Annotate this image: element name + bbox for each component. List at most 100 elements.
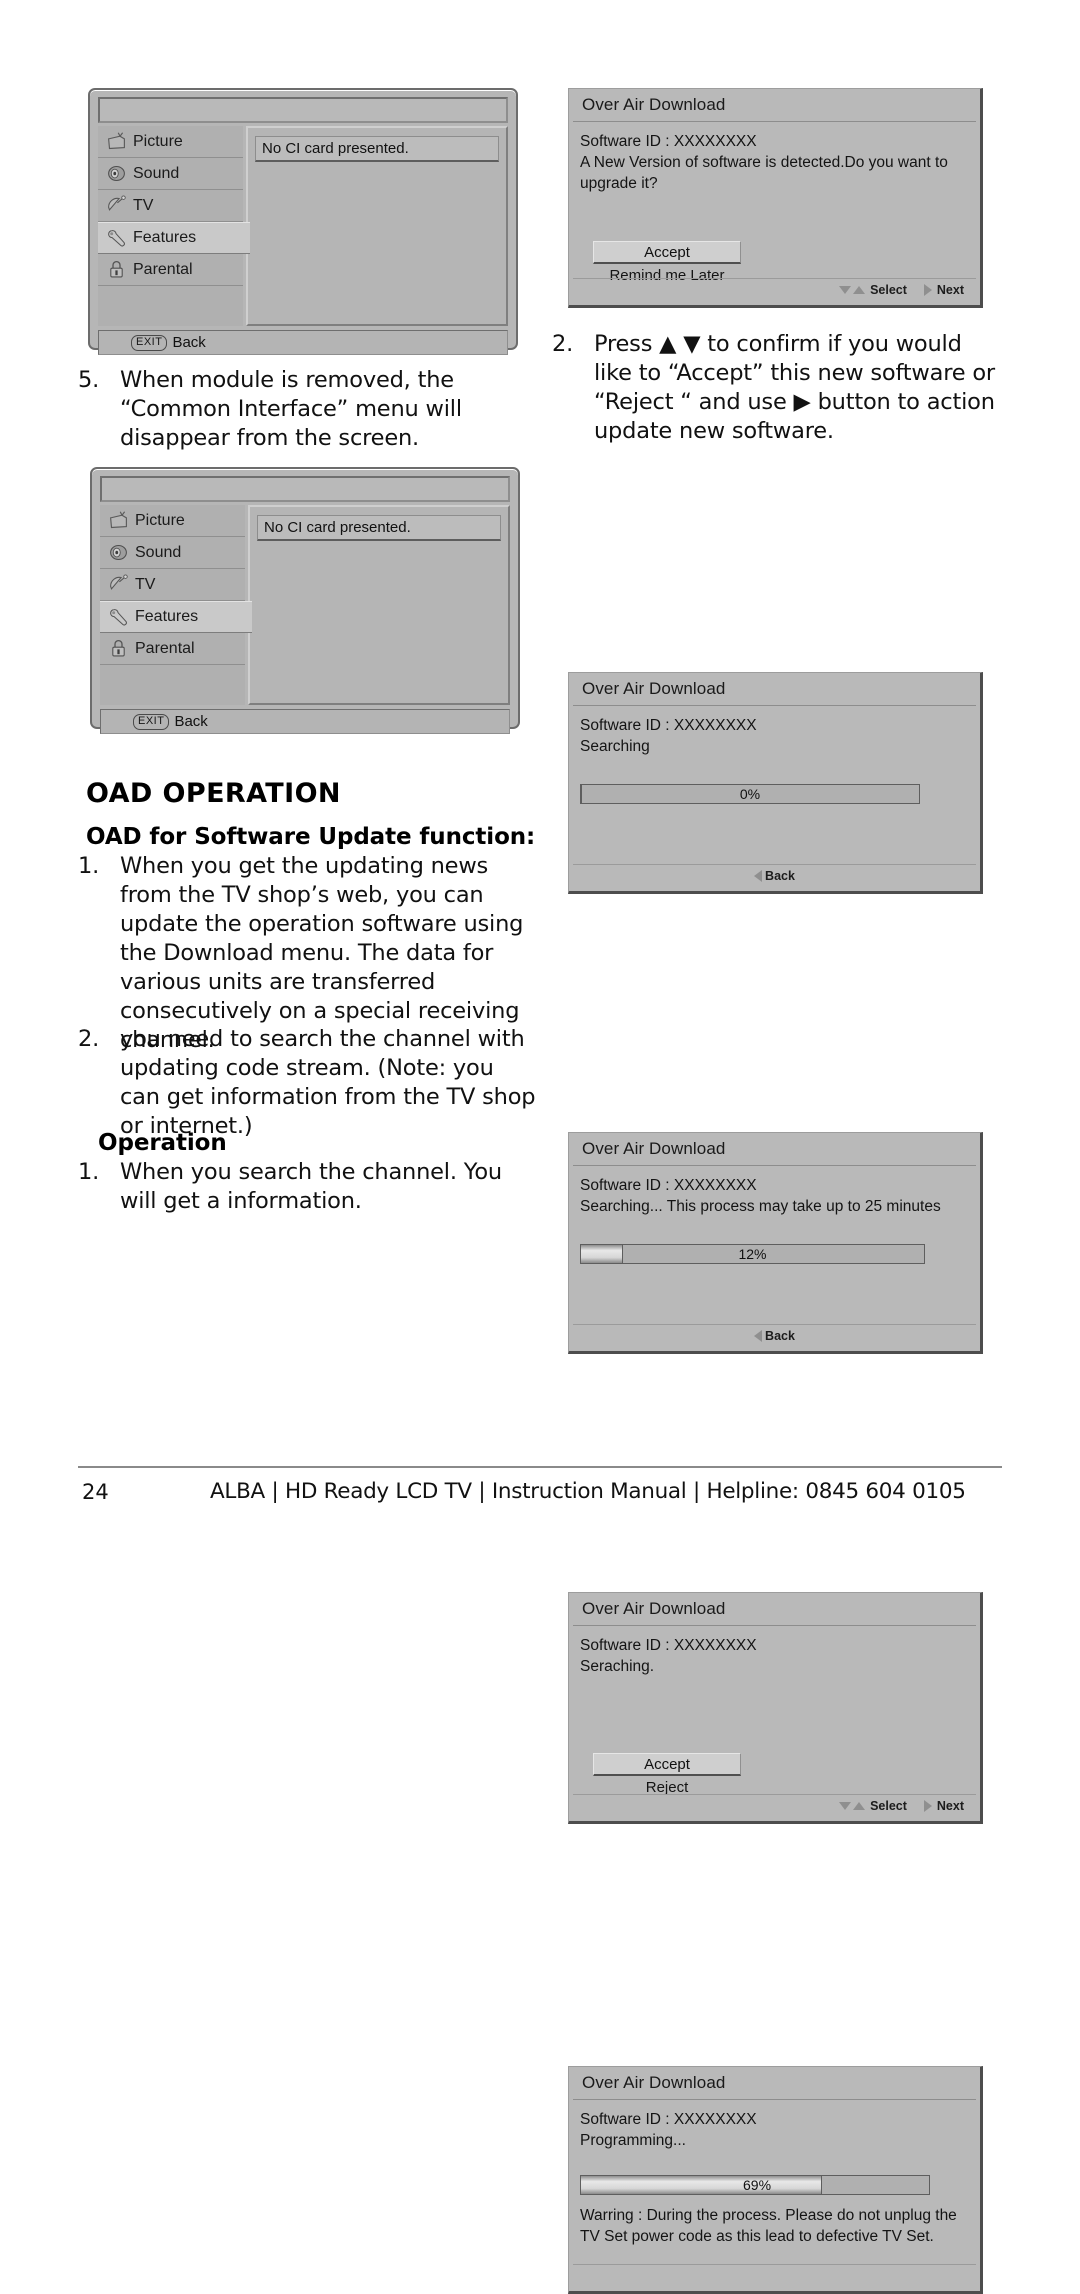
warning-text: Warring : During the process. Please do … (580, 2207, 957, 2245)
status-text: A New Version of software is detected.Do… (580, 154, 948, 192)
sidebar-item-label: TV (135, 575, 156, 593)
exit-key-badge: EXIT (133, 713, 170, 730)
sidebar-item-parental[interactable]: Parental (100, 633, 245, 665)
dialog-footer: Back (573, 1324, 976, 1347)
progress-bar: 0% (580, 784, 920, 804)
ci-card-message: No CI card presented. (257, 515, 501, 541)
sidebar-item-picture[interactable]: Picture (98, 126, 243, 158)
osd-body: Picture Sound TV Features Parental No CI… (100, 505, 510, 705)
arrow-up-icon (853, 1802, 866, 1810)
arrow-right-icon (923, 284, 932, 296)
dialog-content: Software ID : XXXXXXXX A New Version of … (569, 122, 980, 194)
sidebar-item-label: Features (135, 608, 199, 625)
sidebar-item-features[interactable]: Features (98, 222, 250, 254)
satellite-dish-icon (110, 574, 128, 590)
dialog-content: Software ID : XXXXXXXX Searching... This… (569, 1166, 980, 1264)
dialog-title: Over Air Download (573, 89, 976, 122)
accept-button[interactable]: Accept (593, 241, 741, 264)
sidebar-item-label: Sound (135, 543, 182, 561)
dialog-title: Over Air Download (573, 1133, 976, 1166)
status-text: Seraching. (580, 1658, 655, 1675)
progress-bar: 69% (580, 2175, 930, 2195)
sidebar-item-label: Picture (133, 132, 183, 150)
left-step-5: 5. When module is removed, the “Common I… (78, 366, 528, 453)
dialog-footer: Select Next (573, 1794, 976, 1817)
back-label: Back (765, 1329, 795, 1343)
left-step-2: 2. you need to search the channel with u… (78, 1025, 540, 1141)
progress-bar: 12% (580, 1244, 925, 1264)
wrench-icon (110, 608, 127, 625)
sidebar-item-label: Picture (135, 511, 185, 529)
select-label: Select (870, 283, 907, 297)
step-number: 1. (78, 1159, 100, 1185)
wrench-icon (108, 229, 125, 246)
footer-text: ALBA | HD Ready LCD TV | Instruction Man… (210, 1479, 966, 1504)
footer-hints: Select Next (839, 1799, 976, 1813)
osd-footer-2: EXIT Back (100, 709, 510, 734)
step-text: you need to search the channel with upda… (120, 1026, 536, 1139)
software-id: Software ID : XXXXXXXX (580, 717, 757, 734)
dialog-content: Software ID : XXXXXXXX Seraching. (569, 1626, 980, 1677)
television-icon (110, 511, 127, 529)
sidebar-item-label: Sound (133, 164, 180, 182)
dialog-footer: Select Next (573, 278, 976, 301)
subheading-operation: Operation (98, 1130, 227, 1156)
sidebar-item-label: Features (133, 229, 197, 246)
dialog-title: Over Air Download (573, 1593, 976, 1626)
television-icon (108, 132, 125, 150)
sidebar-item-label: TV (133, 196, 154, 214)
status-text: Searching... This process may take up to… (580, 1198, 941, 1215)
progress-label: 69% (743, 2177, 772, 2193)
speaker-icon (108, 165, 125, 182)
progress-label: 12% (738, 1246, 767, 1262)
sidebar-item-picture[interactable]: Picture (100, 505, 245, 537)
subheading-oad-software-update: OAD for Software Update function: (86, 824, 536, 850)
left-op-step-1: 1. When you search the channel. You will… (78, 1158, 533, 1216)
step-number: 2. (552, 331, 574, 357)
dialog-footer: Back (573, 864, 976, 887)
sidebar-item-sound[interactable]: Sound (100, 537, 245, 569)
osd-menu-list: Picture Sound TV Features Parental (100, 505, 252, 705)
osd-footer-1: EXIT Back (98, 330, 508, 355)
exit-key-badge: EXIT (131, 334, 168, 351)
software-id: Software ID : XXXXXXXX (580, 2111, 757, 2128)
dialog-footer (573, 2264, 976, 2287)
arrow-left-icon (754, 1330, 763, 1342)
sidebar-item-parental[interactable]: Parental (98, 254, 243, 286)
satellite-dish-icon (108, 195, 126, 211)
speaker-icon (110, 544, 127, 561)
sidebar-item-tv[interactable]: TV (98, 190, 243, 222)
sidebar-item-tv[interactable]: TV (100, 569, 245, 601)
step-number: 5. (78, 367, 100, 393)
osd-titlebar (100, 476, 510, 502)
osd-titlebar (98, 97, 508, 123)
software-id: Software ID : XXXXXXXX (580, 1177, 757, 1194)
progress-label: 0% (739, 786, 761, 802)
osd-content-panel: No CI card presented. (246, 126, 508, 326)
osd-back-label: Back (172, 334, 206, 351)
arrow-down-icon (839, 1802, 852, 1810)
oad-dialog-1: Over Air Download Software ID : XXXXXXXX… (568, 88, 983, 308)
software-id: Software ID : XXXXXXXX (580, 133, 757, 150)
sidebar-item-sound[interactable]: Sound (98, 158, 243, 190)
dialog-title: Over Air Download (573, 2067, 976, 2100)
step-text: When module is removed, the “Common Inte… (120, 367, 462, 451)
osd-body: Picture Sound TV Features Parental No CI… (98, 126, 508, 326)
arrow-right-icon (923, 1800, 932, 1812)
padlock-icon (112, 639, 125, 657)
dialog-content: Software ID : XXXXXXXX Programming... 69… (569, 2100, 980, 2247)
sidebar-item-label: Parental (133, 260, 193, 278)
sidebar-item-features[interactable]: Features (100, 601, 252, 633)
osd-menu-spacer (98, 286, 243, 326)
step-text: Press ▲ ▼ to confirm if you would like t… (594, 331, 995, 444)
oad-dialog-2: Over Air Download Software ID : XXXXXXXX… (568, 672, 983, 894)
osd-back-label: Back (174, 713, 208, 730)
back-label: Back (765, 869, 795, 883)
accept-button[interactable]: Accept (593, 1753, 741, 1776)
osd-menu-spacer (100, 665, 245, 705)
oad-dialog-3: Over Air Download Software ID : XXXXXXXX… (568, 1132, 983, 1354)
page-number: 24 (82, 1480, 109, 1504)
status-text: Searching (580, 738, 650, 755)
arrow-left-icon (754, 870, 763, 882)
dialog-content: Software ID : XXXXXXXX Searching 0% (569, 706, 980, 804)
